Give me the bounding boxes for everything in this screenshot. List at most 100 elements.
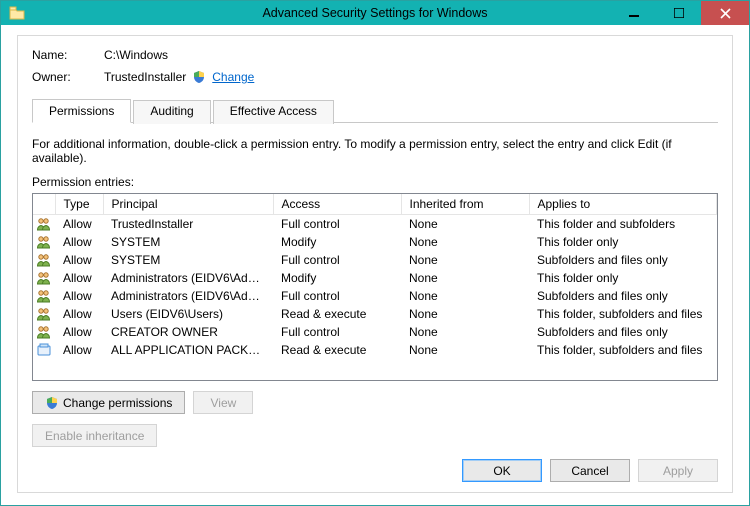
col-inherited[interactable]: Inherited from xyxy=(401,194,529,215)
group-icon xyxy=(36,288,52,304)
maximize-button[interactable] xyxy=(656,1,701,25)
change-owner-link[interactable]: Change xyxy=(212,70,254,84)
close-button[interactable] xyxy=(701,1,749,25)
cell-type: Allow xyxy=(55,215,103,234)
uac-shield-icon xyxy=(45,396,59,410)
cell-principal: Administrators (EIDV6\Admin... xyxy=(103,269,273,287)
close-icon xyxy=(720,8,731,19)
cell-applies: This folder and subfolders xyxy=(529,215,717,234)
cell-applies: This folder only xyxy=(529,269,717,287)
table-row[interactable]: AllowUsers (EIDV6\Users)Read & executeNo… xyxy=(33,305,717,323)
table-row[interactable]: AllowAdministrators (EIDV6\Admin...Modif… xyxy=(33,269,717,287)
cell-type: Allow xyxy=(55,287,103,305)
cell-applies: Subfolders and files only xyxy=(529,287,717,305)
group-icon xyxy=(36,216,52,232)
permissions-table: Type Principal Access Inherited from App… xyxy=(32,193,718,381)
minimize-button[interactable] xyxy=(611,1,656,25)
cell-inherited: None xyxy=(401,233,529,251)
cell-type: Allow xyxy=(55,323,103,341)
cell-type: Allow xyxy=(55,233,103,251)
tab-effective-access[interactable]: Effective Access xyxy=(213,100,334,124)
group-icon xyxy=(36,252,52,268)
maximize-icon xyxy=(674,8,684,18)
cell-access: Modify xyxy=(273,269,401,287)
inheritance-buttons: Enable inheritance xyxy=(32,424,718,447)
cancel-button[interactable]: Cancel xyxy=(550,459,630,482)
cell-principal: TrustedInstaller xyxy=(103,215,273,234)
group-icon xyxy=(36,234,52,250)
name-row: Name: C:\Windows xyxy=(32,48,718,62)
cell-applies: Subfolders and files only xyxy=(529,251,717,269)
cell-principal: Users (EIDV6\Users) xyxy=(103,305,273,323)
tab-strip: Permissions Auditing Effective Access xyxy=(32,98,718,123)
cell-inherited: None xyxy=(401,251,529,269)
uac-shield-icon xyxy=(192,70,206,84)
cell-type: Allow xyxy=(55,251,103,269)
cell-access: Read & execute xyxy=(273,341,401,359)
cell-principal: CREATOR OWNER xyxy=(103,323,273,341)
cell-applies: This folder, subfolders and files xyxy=(529,341,717,359)
cell-inherited: None xyxy=(401,323,529,341)
owner-label: Owner: xyxy=(32,70,104,84)
permission-buttons: Change permissions View xyxy=(32,391,718,414)
main-panel: Name: C:\Windows Owner: TrustedInstaller… xyxy=(17,35,733,493)
cell-principal: Administrators (EIDV6\Admin... xyxy=(103,287,273,305)
cell-access: Read & execute xyxy=(273,305,401,323)
package-icon xyxy=(36,342,52,358)
cell-inherited: None xyxy=(401,269,529,287)
cell-type: Allow xyxy=(55,269,103,287)
name-value: C:\Windows xyxy=(104,48,168,62)
view-button: View xyxy=(193,391,253,414)
tab-permissions[interactable]: Permissions xyxy=(32,99,131,123)
change-permissions-button[interactable]: Change permissions xyxy=(32,391,185,414)
security-settings-window: Advanced Security Settings for Windows N… xyxy=(0,0,750,506)
col-principal[interactable]: Principal xyxy=(103,194,273,215)
cell-inherited: None xyxy=(401,305,529,323)
table-row[interactable]: AllowSYSTEMFull controlNoneSubfolders an… xyxy=(33,251,717,269)
window-controls xyxy=(611,1,749,25)
col-applies[interactable]: Applies to xyxy=(529,194,717,215)
cell-inherited: None xyxy=(401,287,529,305)
table-row[interactable]: AllowALL APPLICATION PACKAGESRead & exec… xyxy=(33,341,717,359)
cell-applies: This folder, subfolders and files xyxy=(529,305,717,323)
table-row[interactable]: AllowAdministrators (EIDV6\Admin...Full … xyxy=(33,287,717,305)
apply-button: Apply xyxy=(638,459,718,482)
cell-access: Full control xyxy=(273,215,401,234)
cell-inherited: None xyxy=(401,341,529,359)
cell-access: Modify xyxy=(273,233,401,251)
group-icon xyxy=(36,270,52,286)
owner-value: TrustedInstaller xyxy=(104,70,186,84)
cell-principal: ALL APPLICATION PACKAGES xyxy=(103,341,273,359)
minimize-icon xyxy=(629,8,639,18)
enable-inheritance-button: Enable inheritance xyxy=(32,424,157,447)
change-permissions-label: Change permissions xyxy=(63,396,172,410)
cell-access: Full control xyxy=(273,287,401,305)
cell-type: Allow xyxy=(55,341,103,359)
info-text: For additional information, double-click… xyxy=(32,137,718,165)
cell-access: Full control xyxy=(273,323,401,341)
cell-applies: Subfolders and files only xyxy=(529,323,717,341)
group-icon xyxy=(36,324,52,340)
owner-row: Owner: TrustedInstaller Change xyxy=(32,70,718,84)
titlebar[interactable]: Advanced Security Settings for Windows xyxy=(1,1,749,25)
table-header-row: Type Principal Access Inherited from App… xyxy=(33,194,717,215)
tab-auditing[interactable]: Auditing xyxy=(133,100,210,124)
entries-label: Permission entries: xyxy=(32,175,718,189)
table-row[interactable]: AllowSYSTEMModifyNoneThis folder only xyxy=(33,233,717,251)
col-access[interactable]: Access xyxy=(273,194,401,215)
table-row[interactable]: AllowCREATOR OWNERFull controlNoneSubfol… xyxy=(33,323,717,341)
cell-principal: SYSTEM xyxy=(103,233,273,251)
ok-button[interactable]: OK xyxy=(462,459,542,482)
col-icon[interactable] xyxy=(33,194,55,215)
cell-inherited: None xyxy=(401,215,529,234)
cell-access: Full control xyxy=(273,251,401,269)
table-row[interactable]: AllowTrustedInstallerFull controlNoneThi… xyxy=(33,215,717,234)
name-label: Name: xyxy=(32,48,104,62)
cell-type: Allow xyxy=(55,305,103,323)
folder-icon xyxy=(9,6,25,20)
col-type[interactable]: Type xyxy=(55,194,103,215)
content-area: Name: C:\Windows Owner: TrustedInstaller… xyxy=(1,25,749,505)
dialog-footer: OK Cancel Apply xyxy=(32,459,718,482)
cell-principal: SYSTEM xyxy=(103,251,273,269)
cell-applies: This folder only xyxy=(529,233,717,251)
